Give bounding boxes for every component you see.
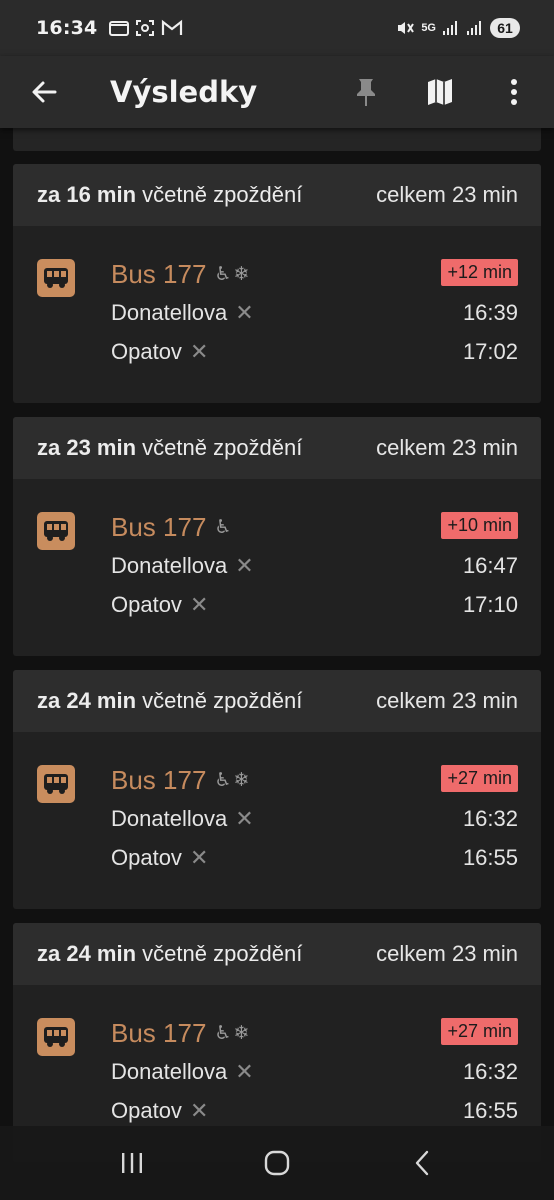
result-card-header: za 24 min včetně zpoždění celkem 23 min <box>13 670 541 732</box>
previous-result-card[interactable] <box>13 128 541 151</box>
delay-badge: +27 min <box>441 1018 518 1045</box>
status-time: 16:34 <box>36 17 98 39</box>
results-list[interactable]: za 16 min včetně zpoždění celkem 23 min … <box>0 128 554 1200</box>
home-button[interactable] <box>252 1138 302 1188</box>
recents-button[interactable] <box>107 1138 157 1188</box>
map-button[interactable] <box>418 70 462 114</box>
departure-stop: Donatellova ✕ <box>111 300 254 325</box>
total-duration: celkem 23 min <box>376 941 518 966</box>
result-card[interactable]: za 23 min včetně zpoždění celkem 23 min … <box>13 417 541 656</box>
bus-icon <box>37 512 75 550</box>
request-stop-icon: ✕ <box>189 845 209 870</box>
battery-indicator: 61 <box>490 18 520 38</box>
wait-time: za 16 min včetně zpoždění <box>37 182 303 207</box>
more-vert-icon <box>511 79 517 105</box>
result-card-header: za 23 min včetně zpoždění celkem 23 min <box>13 417 541 479</box>
wheelchair-icon: ♿ <box>214 517 232 538</box>
departure-time: 16:39 <box>462 300 518 325</box>
pin-icon <box>357 79 375 106</box>
departure-stop: Donatellova ✕ <box>111 806 254 831</box>
departure-time: 16:32 <box>462 1059 518 1084</box>
request-stop-icon: ✕ <box>189 339 209 364</box>
departure-stop: Donatellova ✕ <box>111 553 254 578</box>
arrival-time: 16:55 <box>462 1098 518 1123</box>
signal-icon <box>467 21 481 35</box>
back-button[interactable] <box>22 70 66 114</box>
wheelchair-icon: ♿ <box>214 1023 232 1044</box>
bus-icon <box>37 765 75 803</box>
back-nav-button[interactable] <box>397 1138 447 1188</box>
screenshot-icon <box>136 20 155 36</box>
line-name: Bus 177 ♿ ❄ <box>111 1018 250 1048</box>
folder-icon <box>109 21 130 36</box>
wheelchair-icon: ♿ <box>214 264 232 285</box>
delay-badge: +10 min <box>441 512 518 539</box>
bus-icon <box>37 259 75 297</box>
results-screen: 16:34 5G 61 Výsledky za 16 min včetně zp… <box>0 0 554 1200</box>
wait-time: za 24 min včetně zpoždění <box>37 941 303 966</box>
result-card-header: za 24 min včetně zpoždění celkem 23 min <box>13 923 541 985</box>
network-type: 5G <box>421 22 436 34</box>
mute-icon <box>398 22 415 34</box>
arrival-time: 16:55 <box>462 845 518 870</box>
arrival-stop: Opatov ✕ <box>111 1098 209 1123</box>
back-icon <box>415 1150 428 1176</box>
wait-time: za 24 min včetně zpoždění <box>37 688 303 713</box>
delay-badge: +27 min <box>441 765 518 792</box>
arrival-stop: Opatov ✕ <box>111 339 209 364</box>
signal-icon <box>443 21 457 35</box>
arrival-stop: Opatov ✕ <box>111 592 209 617</box>
air-conditioning-icon: ❄ <box>233 770 250 791</box>
total-duration: celkem 23 min <box>376 182 518 207</box>
delay-badge: +12 min <box>441 259 518 286</box>
system-navigation-bar <box>0 1126 554 1200</box>
bus-icon <box>37 1018 75 1056</box>
page-title: Výsledky <box>110 75 258 109</box>
wait-time: za 23 min včetně zpoždění <box>37 435 303 460</box>
departure-stop: Donatellova ✕ <box>111 1059 254 1084</box>
result-card[interactable]: za 24 min včetně zpoždění celkem 23 min … <box>13 670 541 909</box>
arrival-stop: Opatov ✕ <box>111 845 209 870</box>
result-card-body: Bus 177 ♿ +10 min Donatellova ✕ 16:47 Opa… <box>13 479 541 656</box>
arrival-time: 17:10 <box>462 592 518 617</box>
total-duration: celkem 23 min <box>376 435 518 460</box>
result-card-body: Bus 177 ♿ ❄ +27 min Donatellova ✕ 16:32 Op… <box>13 732 541 909</box>
request-stop-icon: ✕ <box>235 1059 254 1084</box>
line-name: Bus 177 ♿ ❄ <box>111 259 250 289</box>
app-bar: Výsledky <box>0 56 554 128</box>
result-card[interactable]: za 16 min včetně zpoždění celkem 23 min … <box>13 164 541 403</box>
air-conditioning-icon: ❄ <box>233 1023 250 1044</box>
request-stop-icon: ✕ <box>189 592 209 617</box>
request-stop-icon: ✕ <box>189 1098 209 1123</box>
result-card-body: Bus 177 ♿ ❄ +12 min Donatellova ✕ 16:39 Op… <box>13 226 541 403</box>
map-icon <box>428 79 452 105</box>
pin-button[interactable] <box>344 70 388 114</box>
arrival-time: 17:02 <box>462 339 518 364</box>
wheelchair-icon: ♿ <box>214 770 232 791</box>
status-bar: 16:34 5G 61 <box>0 0 554 56</box>
departure-time: 16:32 <box>462 806 518 831</box>
air-conditioning-icon: ❄ <box>233 264 250 285</box>
home-icon <box>264 1150 290 1176</box>
departure-time: 16:47 <box>462 553 518 578</box>
total-duration: celkem 23 min <box>376 688 518 713</box>
gmail-icon <box>162 19 183 35</box>
request-stop-icon: ✕ <box>235 806 254 831</box>
result-card-header: za 16 min včetně zpoždění celkem 23 min <box>13 164 541 226</box>
request-stop-icon: ✕ <box>235 300 254 325</box>
recents-icon <box>122 1153 143 1173</box>
line-name: Bus 177 ♿ ❄ <box>111 765 250 795</box>
arrow-left-icon <box>32 81 57 103</box>
request-stop-icon: ✕ <box>235 553 254 578</box>
more-options-button[interactable] <box>492 70 536 114</box>
line-name: Bus 177 ♿ <box>111 512 232 542</box>
